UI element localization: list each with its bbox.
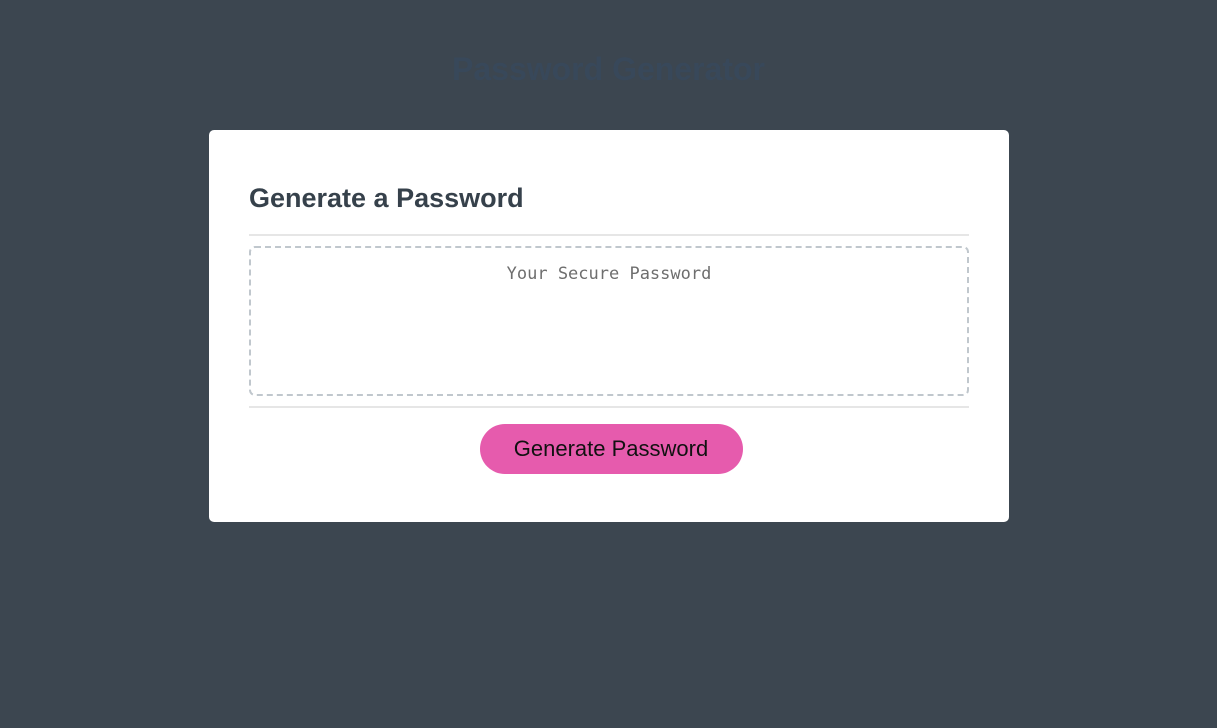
password-output[interactable] <box>249 246 969 396</box>
card-title: Generate a Password <box>249 183 524 213</box>
generate-password-button[interactable]: Generate Password <box>479 424 743 474</box>
card-footer: Generate Password <box>249 408 969 474</box>
card-body <box>249 236 969 408</box>
card-header: Generate a Password <box>249 130 969 236</box>
password-card: Generate a Password Generate Password <box>209 130 1009 522</box>
page-title: Password Generator <box>452 51 765 87</box>
